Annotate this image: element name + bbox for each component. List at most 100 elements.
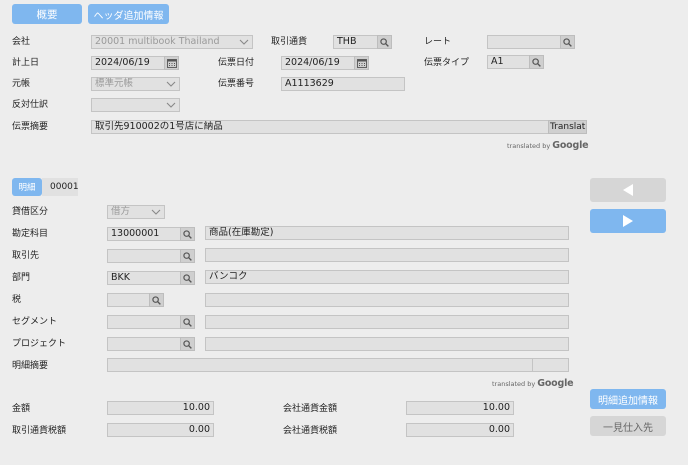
currency-search-button[interactable] — [377, 35, 392, 49]
company-value: 20001 multibook Thailand — [95, 36, 220, 47]
debit-credit-value: 借方 — [111, 206, 131, 217]
currency-value: THB — [337, 36, 357, 47]
triangle-left-icon — [623, 184, 633, 196]
voucher-type-label: 伝票タイプ — [424, 58, 470, 68]
currency-input[interactable]: THB — [333, 35, 378, 49]
voucher-no-label: 伝票番号 — [218, 79, 255, 89]
account-search-button[interactable] — [180, 227, 195, 241]
google-logo: Google — [537, 378, 574, 389]
posting-date-label: 計上日 — [12, 58, 40, 68]
tax-amount-input[interactable]: 0.00 — [107, 423, 214, 437]
department-code-input[interactable]: BKK — [107, 271, 181, 285]
voucher-no-value: A1113629 — [285, 78, 334, 89]
search-icon — [152, 295, 161, 305]
amount-input[interactable]: 10.00 — [107, 401, 214, 415]
tax-amount-value: 0.00 — [188, 424, 210, 435]
debit-credit-select[interactable]: 借方 — [107, 205, 165, 219]
detail-extra-info-button[interactable]: 明細追加情報 — [590, 389, 666, 409]
posting-date-input[interactable]: 2024/06/19 — [91, 56, 165, 70]
partner-code-input[interactable] — [107, 249, 181, 263]
voucher-date-value: 2024/06/19 — [285, 57, 340, 68]
currency-label: 取引通貨 — [271, 37, 308, 47]
account-code-value: 13000001 — [111, 228, 160, 239]
account-name-value: 商品(在庫勘定) — [209, 227, 274, 238]
voucher-type-input[interactable]: A1 — [487, 55, 530, 69]
reverse-entry-label: 反対仕訳 — [12, 100, 49, 110]
reverse-entry-select[interactable] — [91, 98, 180, 112]
translate-button[interactable]: Translat — [548, 120, 587, 134]
partner-search-button[interactable] — [180, 249, 195, 263]
segment-name-field — [205, 315, 569, 329]
voucher-memo-input[interactable]: 取引先910002の1号店に納品 — [91, 120, 549, 134]
ledger-select[interactable]: 標準元帳 — [91, 77, 180, 91]
search-icon — [563, 37, 572, 47]
tax-name-field — [205, 293, 569, 307]
department-code-value: BKK — [111, 272, 130, 283]
search-icon — [183, 317, 192, 327]
voucher-date-input[interactable]: 2024/06/19 — [281, 56, 355, 70]
tax-label: 税 — [12, 295, 22, 305]
debit-credit-label: 貸借区分 — [12, 207, 49, 217]
previous-line-button[interactable] — [590, 178, 666, 202]
tab-overview[interactable]: 概要 — [12, 4, 82, 24]
segment-code-input[interactable] — [107, 315, 181, 329]
translated-by-text: translated by — [492, 379, 536, 388]
ledger-label: 元帳 — [12, 79, 31, 89]
tab-header-extra[interactable]: ヘッダ追加情報 — [88, 4, 169, 24]
google-logo: Google — [552, 140, 589, 151]
search-icon — [183, 251, 192, 261]
voucher-memo-value: 取引先910002の1号店に納品 — [95, 121, 223, 132]
project-name-field — [205, 337, 569, 351]
company-amount-label: 会社通貨金額 — [283, 404, 338, 414]
department-name-value: バンコク — [209, 271, 248, 282]
rate-input[interactable] — [487, 35, 561, 49]
posting-date-calendar-button[interactable] — [164, 56, 179, 70]
amount-value: 10.00 — [182, 402, 210, 413]
department-search-button[interactable] — [180, 271, 195, 285]
tab-detail[interactable]: 明細 — [12, 178, 42, 196]
partner-name-field — [205, 248, 569, 262]
one-time-vendor-button[interactable]: 一見仕入先 — [590, 416, 666, 436]
chevron-down-icon — [166, 81, 176, 87]
rate-search-button[interactable] — [560, 35, 575, 49]
voucher-no-field: A1113629 — [281, 77, 405, 91]
rate-label: レート — [424, 37, 452, 47]
next-line-button[interactable] — [590, 209, 666, 233]
calendar-icon — [356, 58, 367, 68]
search-icon — [532, 57, 541, 67]
amount-label: 金額 — [12, 404, 31, 414]
triangle-right-icon — [623, 215, 633, 227]
project-label: プロジェクト — [12, 339, 67, 349]
calendar-icon — [166, 58, 177, 68]
voucher-date-calendar-button[interactable] — [354, 56, 369, 70]
posting-date-value: 2024/06/19 — [95, 57, 150, 68]
project-code-input[interactable] — [107, 337, 181, 351]
search-icon — [183, 229, 192, 239]
tax-code-input[interactable] — [107, 293, 150, 307]
partner-label: 取引先 — [12, 251, 40, 261]
voucher-memo-label: 伝票摘要 — [12, 122, 49, 132]
project-search-button[interactable] — [180, 337, 195, 351]
company-tax-value: 0.00 — [488, 424, 510, 435]
account-name-field: 商品(在庫勘定) — [205, 226, 569, 240]
detail-line-number[interactable]: 00001 — [42, 178, 79, 196]
account-code-input[interactable]: 13000001 — [107, 227, 181, 241]
company-select[interactable]: 20001 multibook Thailand — [91, 35, 253, 49]
segment-search-button[interactable] — [180, 315, 195, 329]
ledger-value: 標準元帳 — [95, 78, 134, 89]
line-memo-label: 明細摘要 — [12, 361, 49, 371]
search-icon — [380, 37, 389, 47]
company-tax-field: 0.00 — [406, 423, 514, 437]
tax-amount-label: 取引通貨税額 — [12, 426, 67, 436]
search-icon — [183, 273, 192, 283]
tax-search-button[interactable] — [149, 293, 164, 307]
line-memo-translate-button[interactable] — [532, 358, 569, 372]
translated-by-text: translated by — [507, 141, 551, 150]
translated-by-google: translated by Google — [507, 140, 589, 151]
company-amount-value: 10.00 — [482, 402, 510, 413]
line-memo-input[interactable] — [107, 358, 533, 372]
segment-label: セグメント — [12, 317, 58, 327]
chevron-down-icon — [239, 39, 249, 45]
voucher-type-value: A1 — [491, 56, 504, 67]
voucher-type-search-button[interactable] — [529, 55, 544, 69]
